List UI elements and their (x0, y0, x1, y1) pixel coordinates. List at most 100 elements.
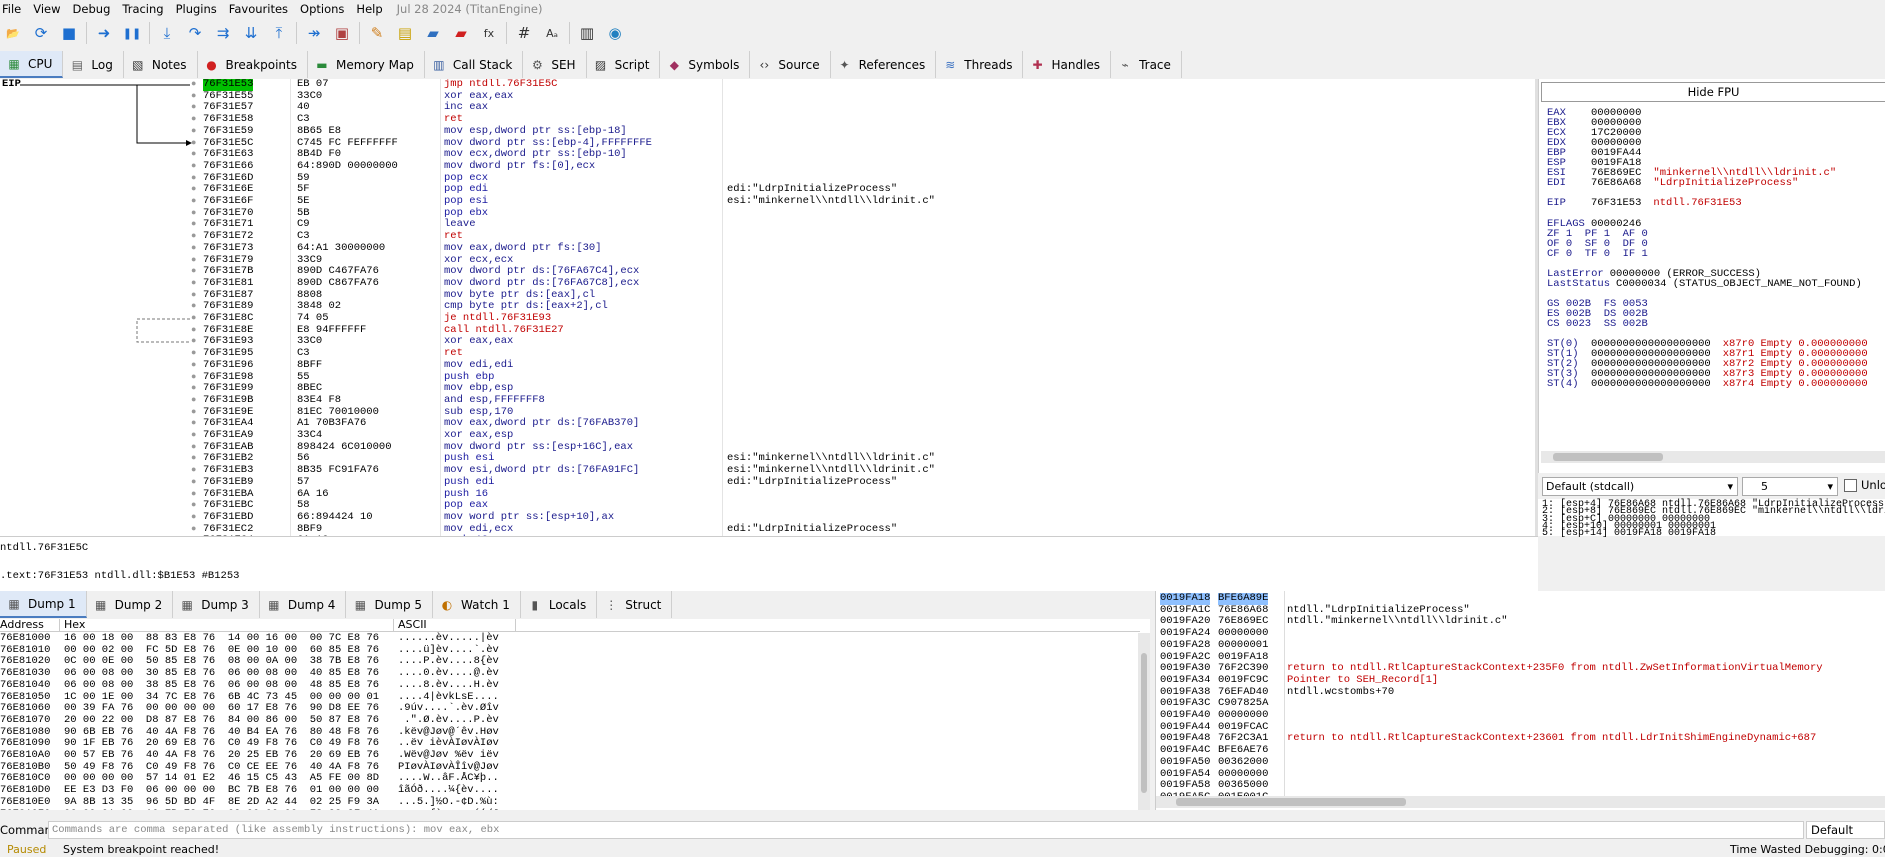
address-column-header[interactable]: Address (0, 619, 60, 631)
breakpoint-dot-icon[interactable]: ● (191, 126, 196, 138)
breakpoint-dot-icon[interactable]: ● (191, 149, 196, 161)
stack-row[interactable]: 0019FA28 00000001 (1156, 639, 1885, 652)
disasm-row[interactable]: ● 76F31EB9 57 push edi edi:"LdrpInitializePr… (0, 476, 1538, 489)
tab-memory-map[interactable]: ▬ Memory Map (307, 51, 425, 78)
argument-count-select[interactable]: 5 ▾ (1742, 477, 1838, 496)
dump-tab-locals[interactable]: ▮ Locals (520, 591, 598, 618)
step-into-icon[interactable]: ⤓ (156, 22, 178, 44)
dump-tab-dump-2[interactable]: ▦ Dump 2 (86, 591, 174, 618)
breakpoint-dot-icon[interactable]: ● (191, 161, 196, 173)
breakpoint-dot-icon[interactable]: ● (191, 372, 196, 384)
breakpoint-dot-icon[interactable]: ● (191, 278, 196, 290)
breakpoint-dot-icon[interactable]: ● (191, 219, 196, 231)
command-input[interactable]: Commands are comma separated (like assem… (48, 821, 1804, 839)
breakpoint-dot-icon[interactable]: ● (191, 196, 196, 208)
register-row[interactable]: ST(4) 0000000000000000000 x87r4 Empty 0.00… (1547, 378, 1868, 390)
menu-file[interactable]: File (0, 2, 29, 16)
tab-handles[interactable]: ✚ Handles (1023, 51, 1112, 78)
disasm-row[interactable]: ● 76F31E96 8BFF mov edi,edi (0, 359, 1538, 372)
dump-row[interactable]: 76E810F0 06 00 01 00 A0 7B E8 76 02 00 00… (0, 808, 1150, 810)
patch-icon[interactable]: ▣ (331, 22, 353, 44)
menu-debug[interactable]: Debug (69, 2, 119, 16)
dump-tab-dump-3[interactable]: ▦ Dump 3 (173, 591, 260, 618)
run-to-user-code-icon[interactable]: ↠ (303, 22, 325, 44)
dump-tab-watch-1[interactable]: ◐ Watch 1 (433, 591, 521, 618)
trace-into-icon[interactable]: ⇉ (212, 22, 234, 44)
globe-icon[interactable]: ◉ (604, 22, 626, 44)
stack-view[interactable]: 0019FA18 BFE6A89E 0019FA1C 76E86A68 ntdll."L… (1155, 591, 1885, 810)
breakpoint-dot-icon[interactable]: ● (191, 184, 196, 196)
hex-column-header[interactable]: Hex (64, 619, 394, 631)
breakpoint-dot-icon[interactable]: ● (191, 114, 196, 126)
breakpoint-dot-icon[interactable]: ● (191, 79, 196, 91)
disasm-row[interactable]: ● 76F31E8C 74 05 je ntdll.76F31E93 (0, 312, 1538, 325)
breakpoint-dot-icon[interactable]: ● (191, 266, 196, 278)
tab-notes[interactable]: ▧ Notes (123, 51, 198, 78)
dump-tab-dump-5[interactable]: ▦ Dump 5 (346, 591, 434, 618)
command-mode-select[interactable]: Default (1806, 821, 1885, 839)
tab-log[interactable]: ▤ Log (63, 51, 124, 78)
stack-row[interactable]: 0019FA34 0019FC9C Pointer to SEH_Record[1] (1156, 674, 1885, 687)
function-icon[interactable]: ▰ (450, 22, 472, 44)
breakpoint-dot-icon[interactable]: ● (191, 395, 196, 407)
label-icon[interactable]: ▤ (394, 22, 416, 44)
unlock-checkbox[interactable] (1844, 479, 1857, 492)
memory-icon[interactable]: ▥ (576, 22, 598, 44)
calling-convention-select[interactable]: Default (stdcall) ▾ (1542, 477, 1738, 496)
breakpoint-dot-icon[interactable]: ● (191, 407, 196, 419)
stack-row[interactable]: 0019FA50 00362000 (1156, 756, 1885, 769)
disasm-row[interactable]: ● 76F31E73 64:A1 30000000 mov eax,dword ptr… (0, 242, 1538, 255)
breakpoint-dot-icon[interactable]: ● (191, 477, 196, 489)
breakpoint-dot-icon[interactable]: ● (191, 208, 196, 220)
restart-icon[interactable]: ⟳ (30, 22, 52, 44)
dump-row[interactable]: 76E810A0 00 57 EB 76 40 4A F8 76 20 25 EB… (0, 749, 1150, 762)
tab-breakpoints[interactable]: ● Breakpoints (197, 51, 308, 78)
breakpoint-dot-icon[interactable]: ● (191, 336, 196, 348)
dump-row[interactable]: 76E810E0 9A 8B 13 35 96 5D BD 4F 8E 2D A2… (0, 796, 1150, 809)
breakpoint-dot-icon[interactable]: ● (191, 325, 196, 337)
breakpoint-dot-icon[interactable]: ● (191, 138, 196, 150)
hex-dump-view[interactable]: Address Hex ASCII 76E81000 16 00 18 00 88… (0, 619, 1150, 810)
registers-scrollbar[interactable] (1541, 451, 1885, 463)
dump-row[interactable]: 76E81040 06 00 08 00 38 85 E8 76 06 00 08… (0, 679, 1150, 692)
stack-scrollbar[interactable] (1156, 796, 1885, 808)
breakpoint-dot-icon[interactable]: ● (191, 465, 196, 477)
tab-call-stack[interactable]: ▥ Call Stack (424, 51, 524, 78)
hide-fpu-button[interactable]: Hide FPU (1541, 82, 1885, 102)
menu-view[interactable]: View (29, 2, 68, 16)
font-icon[interactable]: # (513, 22, 535, 44)
register-value[interactable]: C0000034 (STATUS_OBJECT_NAME_NOT_FOUND) (1616, 278, 1862, 290)
breakpoint-dot-icon[interactable]: ● (191, 102, 196, 114)
breakpoint-dot-icon[interactable]: ● (191, 453, 196, 465)
stack-row[interactable]: 0019FA40 00000000 (1156, 709, 1885, 722)
menu-favourites[interactable]: Favourites (225, 2, 296, 16)
hash-icon[interactable]: fx (478, 22, 500, 44)
step-over-icon[interactable]: ↷ (184, 22, 206, 44)
disasm-row[interactable]: ● 76F31E6F 5E pop esi esi:"minkernel\\ntdll\… (0, 195, 1538, 208)
disasm-row[interactable]: ● 76F31EBD 66:894424 10 mov word ptr ss:[es… (0, 511, 1538, 524)
breakpoint-dot-icon[interactable]: ● (191, 442, 196, 454)
breakpoint-dot-icon[interactable]: ● (191, 489, 196, 501)
breakpoint-dot-icon[interactable]: ● (191, 91, 196, 103)
menu-help[interactable]: Help (352, 2, 390, 16)
pause-icon[interactable]: ❚❚ (121, 22, 143, 44)
breakpoint-dot-icon[interactable]: ● (191, 231, 196, 243)
calculator-icon[interactable]: Aₐ (541, 22, 563, 44)
disasm-row[interactable]: ● 76F31E81 890D C867FA76 mov dword ptr ds:[… (0, 277, 1538, 290)
menu-options[interactable]: Options (296, 2, 352, 16)
open-icon[interactable]: 📂 (2, 22, 24, 44)
execute-till-return-icon[interactable]: ⤒ (268, 22, 290, 44)
run-icon[interactable]: ➜ (93, 22, 115, 44)
disasm-row[interactable]: ● 76F31E9B 83E4 F8 and esp,FFFFFFF8 (0, 394, 1538, 407)
breakpoint-dot-icon[interactable]: ● (191, 512, 196, 524)
tab-references[interactable]: ✦ References (830, 51, 937, 78)
breakpoint-dot-icon[interactable]: ● (191, 430, 196, 442)
ascii-column-header[interactable]: ASCII (398, 619, 516, 631)
breakpoint-dot-icon[interactable]: ● (191, 290, 196, 302)
comment-icon[interactable]: ✎ (366, 22, 388, 44)
tab-threads[interactable]: ≋ Threads (936, 51, 1024, 78)
dump-row[interactable]: 76E81000 16 00 18 00 88 83 E8 76 14 00 16… (0, 632, 1150, 645)
tab-seh[interactable]: ⚙ SEH (523, 51, 587, 78)
dump-row[interactable]: 76E81070 20 00 22 00 D8 87 E8 76 84 00 86… (0, 714, 1150, 727)
tab-cpu[interactable]: ▦ CPU (0, 51, 64, 78)
